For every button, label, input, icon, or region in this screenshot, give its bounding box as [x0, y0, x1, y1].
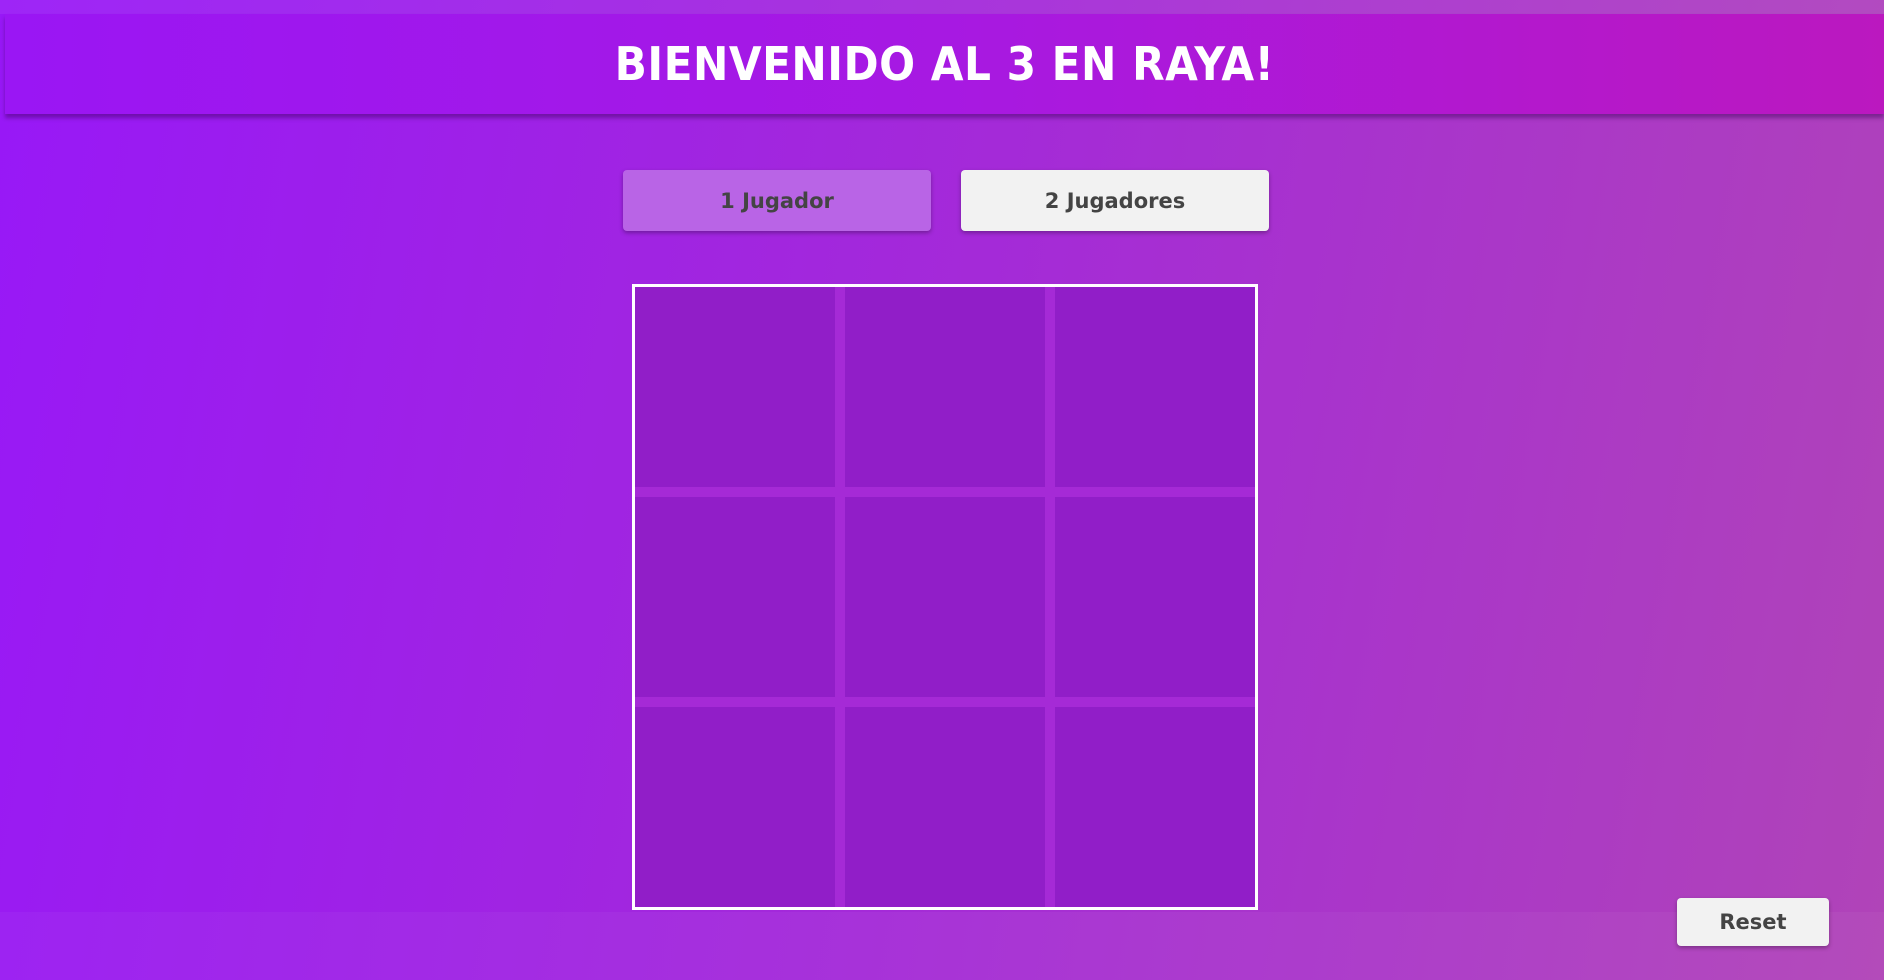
board-cell-3[interactable] — [1055, 287, 1255, 487]
footer-band — [0, 912, 1884, 980]
top-strip — [0, 0, 1884, 14]
board-cell-7[interactable] — [635, 707, 835, 907]
game-board — [632, 284, 1258, 910]
board-cell-6[interactable] — [1055, 497, 1255, 697]
reset-button[interactable]: Reset — [1677, 898, 1829, 946]
board-cell-4[interactable] — [635, 497, 835, 697]
two-players-button[interactable]: 2 Jugadores — [961, 170, 1269, 231]
header-bar: BIENVENIDO AL 3 EN RAYA! — [5, 14, 1884, 114]
board-cell-1[interactable] — [635, 287, 835, 487]
board-cell-8[interactable] — [845, 707, 1045, 907]
board-cell-2[interactable] — [845, 287, 1045, 487]
board-cell-5[interactable] — [845, 497, 1045, 697]
page-title: BIENVENIDO AL 3 EN RAYA! — [614, 37, 1275, 91]
board-cell-9[interactable] — [1055, 707, 1255, 907]
one-player-button[interactable]: 1 Jugador — [623, 170, 931, 231]
